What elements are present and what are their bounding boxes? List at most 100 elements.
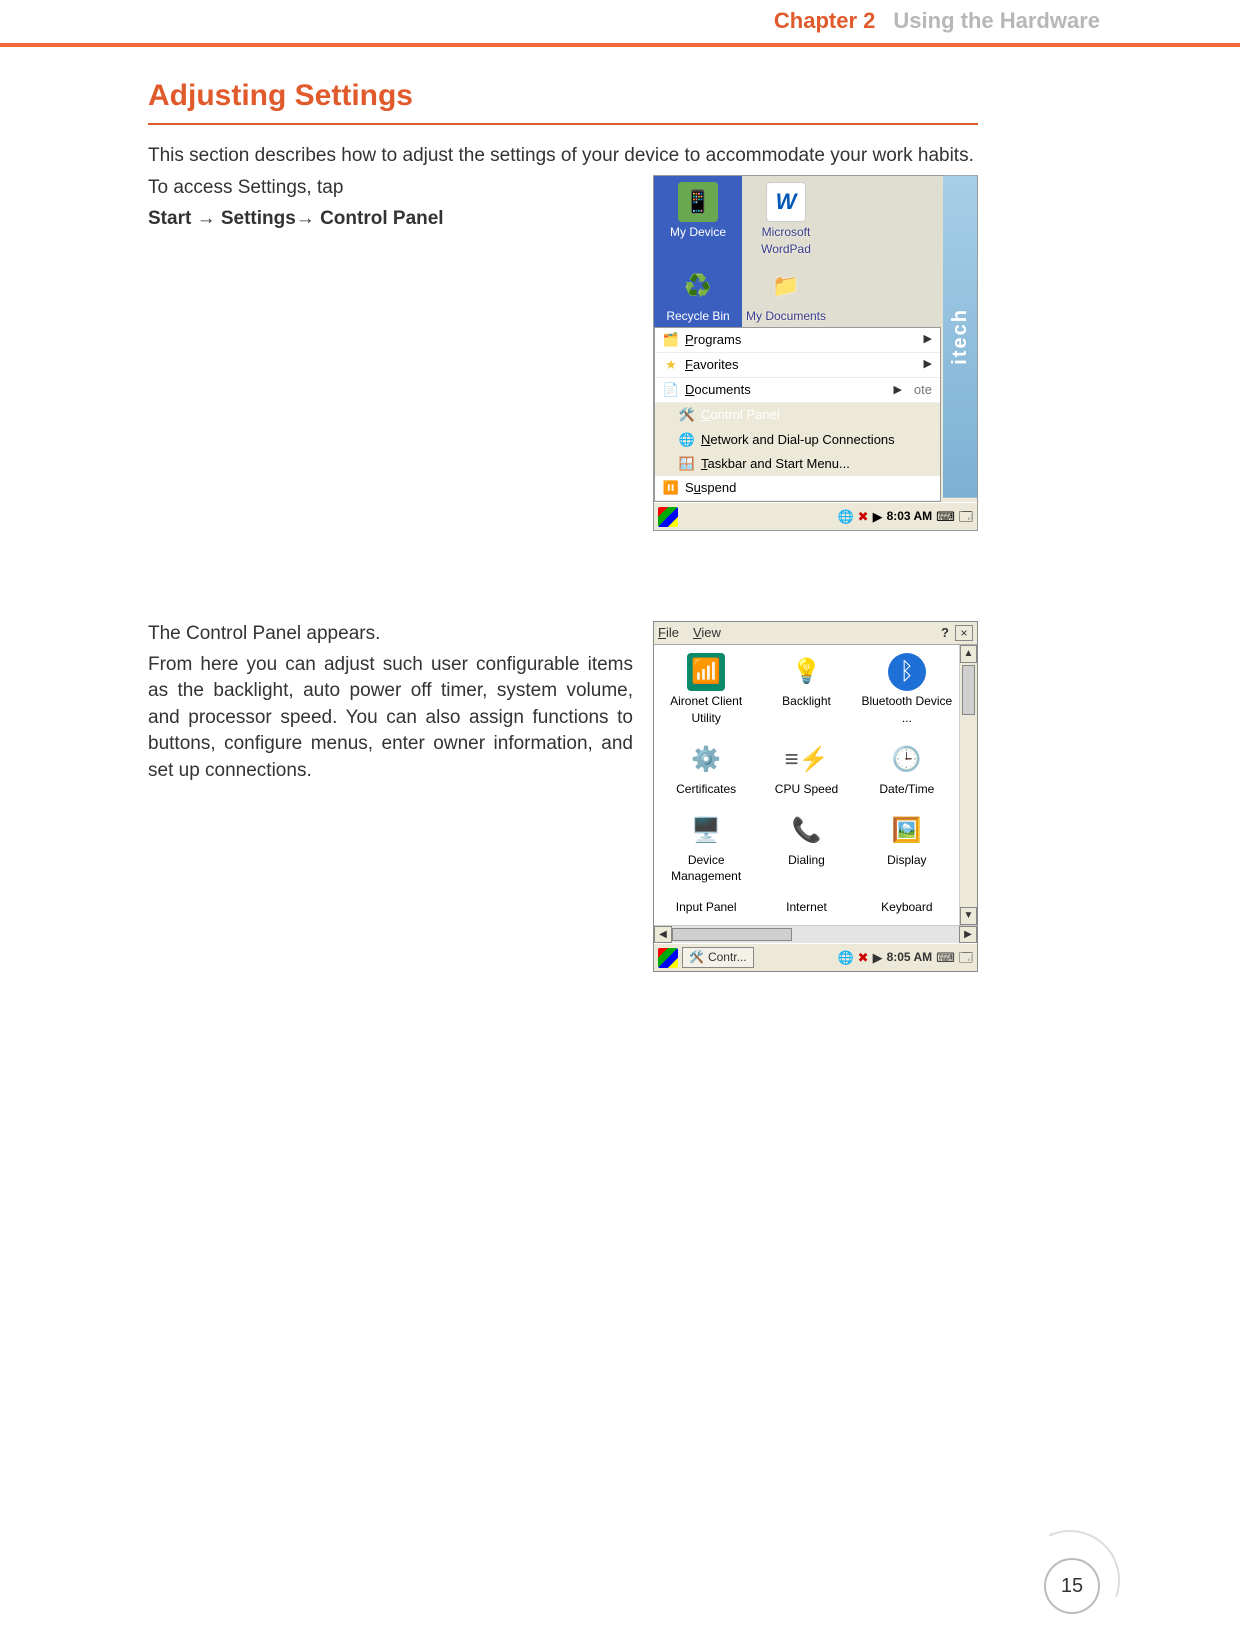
page-number: 15 [1044,1558,1100,1614]
programs-icon: 🗂️ [663,332,679,348]
help-icon[interactable]: ? [941,624,949,642]
chapter-title: Using the Hardware [893,6,1100,37]
system-tray: 🌐 ✖ ▶ 8:03 AM ⌨ 🗔 [837,508,973,526]
hscroll-thumb[interactable] [672,928,792,941]
desktop-my-device[interactable]: 📱 My Device [654,176,742,260]
document-icon: 📄 [663,382,679,398]
control-panel-icon: 🛠️ [679,407,695,423]
scroll-right-button[interactable]: ▶ [959,926,977,943]
cp-date-time[interactable]: 🕒 Date/Time [857,741,957,806]
bluetooth-icon: ᛒ [888,653,926,691]
tray-world-icon[interactable]: 🌐 [837,949,853,967]
wordpad-icon: W [766,182,806,222]
taskbar: 🛠️ Contr... 🌐 ✖ ▶ 8:05 AM ⌨ 🗔 [654,943,977,971]
page-header: Chapter 2 Using the Hardware [0,0,1240,47]
menu-suspend[interactable]: ⏸️ Suspend [655,476,940,501]
tray-network-off-icon[interactable]: ✖ [858,508,869,526]
system-tray: 🌐 ✖ ▶ 8:05 AM ⌨ 🗔 [837,949,973,967]
network-icon: 🌐 [679,432,695,448]
clock: 8:03 AM [887,508,933,525]
tray-windows-icon[interactable]: 🗔 [959,508,973,526]
cp-description: From here you can adjust such user confi… [148,652,633,785]
recycle-icon: ♻️ [678,266,718,306]
start-button[interactable] [658,507,678,527]
tray-world-icon[interactable]: 🌐 [837,508,853,526]
desktop-wordpad[interactable]: W Microsoft WordPad [742,176,830,260]
device-icon: 🖥️ [687,812,725,850]
backlight-icon: 💡 [787,653,825,691]
block-control-panel: The Control Panel appears. From here you… [148,621,978,972]
cp-backlight[interactable]: 💡 Backlight [756,653,856,735]
menu-view[interactable]: View [693,624,721,642]
tray-windows-icon[interactable]: 🗔 [959,949,973,967]
desktop-my-documents[interactable]: 📁 My Documents [742,260,830,327]
page-content: Adjusting Settings This section describe… [148,75,978,972]
desktop-label: Recycle Bin [666,309,729,323]
suspend-icon: ⏸️ [663,480,679,496]
access-line: To access Settings, tap [148,175,633,202]
cp-display[interactable]: 🖼️ Display [857,812,957,894]
pda-device-icon: 📱 [678,182,718,222]
speed-icon: ≡⚡ [787,741,825,779]
scroll-up-button[interactable]: ▲ [960,645,977,663]
clock: 8:05 AM [887,949,933,966]
horizontal-scrollbar[interactable]: ◀ ▶ [654,925,977,943]
cp-dialing[interactable]: 📞 Dialing [756,812,856,894]
start-menu: 🗂️ Programs ▶ ★ Favorites ▶ 📄 Documents … [654,327,941,502]
chevron-right-icon: ▶ [893,383,901,398]
taskbar: 🌐 ✖ ▶ 8:03 AM ⌨ 🗔 [654,502,977,530]
cp-appears: The Control Panel appears. [148,621,633,648]
menu-taskbar[interactable]: 🪟 Taskbar and Start Menu... [655,452,940,476]
chevron-right-icon: ▶ [924,357,932,372]
start-button[interactable] [658,948,678,968]
tray-keyboard-icon[interactable]: ⌨ [936,949,955,967]
tray-network-off-icon[interactable]: ✖ [858,949,869,967]
cp-input-panel[interactable]: Input Panel [656,899,756,917]
close-button[interactable]: × [955,625,973,641]
control-panel-grid: 📶 Aironet Client Utility 💡 Backlight ᛒ B… [654,645,959,925]
cp-aironet[interactable]: 📶 Aironet Client Utility [656,653,756,735]
scroll-thumb[interactable] [962,665,975,715]
note-fragment: ote [914,381,932,399]
scroll-left-button[interactable]: ◀ [654,926,672,943]
intro-paragraph: This section describes how to adjust the… [148,143,978,170]
cp-cpu-speed[interactable]: ≡⚡ CPU Speed [756,741,856,806]
menu-network[interactable]: 🌐 Network and Dial-up Connections [655,428,940,452]
screenshot-start-menu: itech 📱 My Device W Microsoft WordPad ♻️… [653,175,978,531]
tray-keyboard-icon[interactable]: ⌨ [936,508,955,526]
gear-icon: ⚙️ [687,741,725,779]
control-panel-mini-icon: 🛠️ [689,949,704,966]
menubar: File View ? × [654,622,977,645]
scroll-down-button[interactable]: ▼ [960,907,977,925]
taskbar-icon: 🪟 [679,456,695,472]
menu-favorites[interactable]: ★ Favorites ▶ [655,353,940,378]
tray-arrow-icon: ▶ [873,949,883,967]
cp-device-management[interactable]: 🖥️ Device Management [656,812,756,894]
section-title: Adjusting Settings [148,75,978,123]
display-icon: 🖼️ [888,812,926,850]
taskbar-app-button[interactable]: 🛠️ Contr... [682,947,754,968]
screenshot-control-panel: File View ? × 📶 Aironet Client Utility 💡… [653,621,978,972]
cp-keyboard[interactable]: Keyboard [857,899,957,917]
menu-file[interactable]: File [658,624,679,642]
header-rule [0,43,1240,47]
chevron-right-icon: ▶ [924,332,932,347]
desktop-label: Microsoft WordPad [761,225,811,256]
block-start-menu: To access Settings, tap Start → Settings… [148,175,978,531]
chapter-number: Chapter 2 [774,6,875,37]
vertical-scrollbar[interactable]: ▲ ▼ [959,645,977,925]
folder-icon: 📁 [766,266,806,306]
menu-documents[interactable]: 📄 Documents ▶ ote [655,378,940,403]
clock-icon: 🕒 [888,741,926,779]
menu-programs[interactable]: 🗂️ Programs ▶ [655,328,940,353]
cp-certificates[interactable]: ⚙️ Certificates [656,741,756,806]
desktop-recycle-bin[interactable]: ♻️ Recycle Bin [654,260,742,327]
access-path: Start → Settings→ Control Panel [148,206,633,233]
cp-internet[interactable]: Internet [756,899,856,917]
menu-control-panel[interactable]: 🛠️ Control Panel [655,403,940,427]
device-brand: itech [943,176,977,498]
star-icon: ★ [663,357,679,373]
cp-bluetooth[interactable]: ᛒ Bluetooth Device ... [857,653,957,735]
tray-arrow-icon: ▶ [873,508,883,526]
desktop-label: My Device [670,225,726,239]
